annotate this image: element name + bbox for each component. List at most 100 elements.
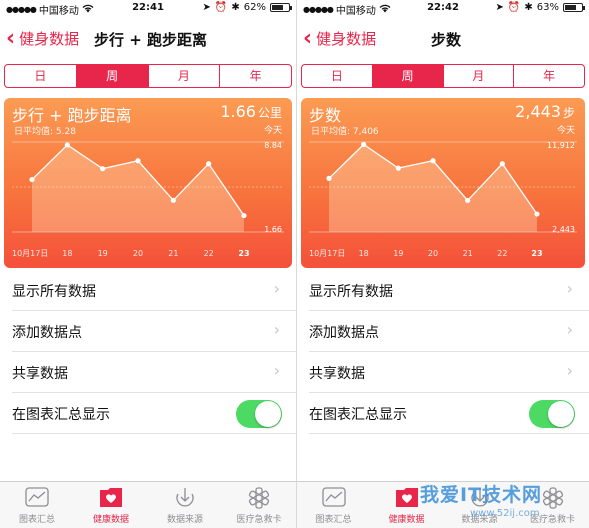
tab-bar: 图表汇总 健康数据 数据来源 医疗急救卡 [0, 481, 296, 528]
share-data-row[interactable]: 共享数据 › [309, 352, 589, 393]
chart-card: 8.84 1.66 10月17日 18 19 20 21 22 23 步行 + 跑步距离 日平均… [4, 98, 292, 268]
chevron-right-icon: › [566, 320, 573, 339]
tab-data-sources[interactable]: 数据来源 [443, 482, 516, 528]
data-point [361, 141, 367, 148]
data-point [395, 165, 401, 171]
medical-id-icon [542, 487, 563, 509]
x-tick-label: 20 [428, 249, 438, 258]
tab-health-data[interactable]: 健康数据 [370, 482, 443, 528]
data-point [170, 197, 176, 203]
tab-dashboard[interactable]: 图表汇总 [0, 482, 74, 528]
chevron-left-icon: ‹ [6, 25, 16, 51]
x-tick-label: 22 [497, 249, 507, 258]
medical-id-icon [248, 487, 270, 509]
chart-title: 步行 + 跑步距离 [12, 106, 132, 125]
back-button[interactable]: ‹ 健身数据 [6, 25, 80, 51]
segment-day[interactable]: 日 [302, 65, 373, 87]
battery-icon [270, 3, 292, 12]
back-button[interactable]: ‹ 健身数据 [303, 25, 376, 51]
page-title: 步数 [431, 31, 462, 49]
segment-month[interactable]: 月 [444, 65, 515, 87]
today-label: 今天 [263, 126, 282, 136]
status-bar: ●●●●● 中国移动 22:41 ➤ ⏰ ✱ 62% [0, 0, 296, 17]
tab-medical-id[interactable]: 医疗急救卡 [516, 482, 589, 528]
data-source-icon [176, 488, 194, 507]
data-point [241, 212, 247, 219]
max-value-label: 8.84 [264, 141, 282, 150]
chevron-right-icon: › [566, 361, 573, 380]
x-tick-label: 23 [238, 249, 249, 258]
show-in-dashboard-toggle[interactable] [529, 400, 575, 428]
chevron-right-icon: › [273, 279, 280, 298]
add-data-point-row[interactable]: 添加数据点 › [309, 311, 589, 352]
data-source-icon [470, 488, 489, 507]
data-point [206, 161, 212, 167]
add-data-point-row[interactable]: 添加数据点 › [12, 311, 296, 352]
nav-bar: ‹ 健身数据 步行 + 跑步距离 [0, 20, 296, 56]
location-icon: ➤ [202, 2, 211, 13]
segment-year[interactable]: 年 [514, 65, 584, 87]
data-point [64, 142, 70, 148]
status-bar: ●●●●● 中国移动 22:42 ➤ ⏰ ✱ 63% [297, 0, 589, 17]
x-tick-label: 23 [531, 249, 542, 258]
current-value: 2,443 步 [515, 102, 575, 121]
nav-bar: ‹ 健身数据 步数 [297, 20, 589, 56]
location-icon: ➤ [495, 2, 504, 13]
segment-month[interactable]: 月 [149, 65, 221, 87]
bluetooth-icon: ✱ [231, 2, 240, 13]
chart-card: 11,912 2,443 10月17日 18 19 20 21 22 23 步数 日平均值: 7… [301, 98, 585, 268]
x-tick-label: 19 [393, 249, 403, 258]
x-tick-label: 19 [98, 249, 108, 258]
segment-week[interactable]: 周 [372, 65, 444, 87]
tab-medical-id[interactable]: 医疗急救卡 [222, 482, 296, 528]
tab-bar: 图表汇总 健康数据 数据来源 医疗急救卡 [297, 481, 589, 528]
chart-title: 步数 [309, 106, 342, 125]
data-point [430, 158, 436, 164]
tab-data-sources[interactable]: 数据来源 [148, 482, 222, 528]
chart-area [329, 144, 537, 232]
data-point [29, 176, 35, 183]
back-label: 健身数据 [19, 30, 80, 48]
segment-day[interactable]: 日 [5, 65, 77, 87]
segment-year[interactable]: 年 [220, 65, 291, 87]
period-segmented-control: 日 周 月 年 [4, 64, 292, 88]
chart-icon [25, 487, 49, 507]
data-point [100, 166, 106, 172]
share-data-row[interactable]: 共享数据 › [12, 352, 296, 393]
today-label: 今天 [556, 126, 575, 136]
battery-percent: 63% [536, 2, 559, 13]
x-tick-label: 22 [204, 249, 214, 258]
battery-icon [563, 3, 585, 12]
options-list: 显示所有数据 › 添加数据点 › 共享数据 › 在图表汇总显示 [297, 270, 589, 434]
left-screen: ●●●●● 中国移动 22:41 ➤ ⏰ ✱ 62% ‹ 健身数据 步行 + 跑… [0, 0, 296, 528]
chevron-right-icon: › [273, 361, 280, 380]
tab-dashboard[interactable]: 图表汇总 [297, 482, 370, 528]
x-tick-label: 21 [168, 249, 178, 258]
chart-icon [321, 487, 346, 507]
data-point [135, 158, 141, 164]
x-tick-label: 21 [463, 249, 473, 258]
segment-week[interactable]: 周 [76, 65, 149, 87]
options-list: 显示所有数据 › 添加数据点 › 共享数据 › 在图表汇总显示 [0, 270, 296, 434]
x-tick-label: 10月17日 [309, 249, 345, 258]
health-data-icon [395, 488, 418, 507]
alarm-icon: ⏰ [214, 2, 228, 13]
show-all-data-row[interactable]: 显示所有数据 › [12, 270, 296, 311]
daily-average: 日平均值: 7,406 [311, 127, 379, 137]
show-in-dashboard-toggle[interactable] [236, 400, 282, 428]
daily-average: 日平均值: 5.28 [14, 127, 76, 137]
show-in-dashboard-row: 在图表汇总显示 [309, 393, 589, 434]
tab-health-data[interactable]: 健康数据 [74, 482, 148, 528]
x-tick-label: 20 [133, 249, 143, 258]
show-all-data-row[interactable]: 显示所有数据 › [309, 270, 589, 311]
x-tick-label: 18 [359, 249, 369, 258]
data-point [326, 175, 332, 181]
page-title: 步行 + 跑步距离 [94, 31, 208, 49]
right-screen: ●●●●● 中国移动 22:42 ➤ ⏰ ✱ 63% ‹ 健身数据 步数 日 周… [297, 0, 589, 528]
data-point [465, 197, 471, 204]
chevron-left-icon: ‹ [303, 25, 313, 51]
period-segmented-control: 日 周 月 年 [301, 64, 585, 88]
x-tick-label: 10月17日 [12, 249, 48, 258]
alarm-icon: ⏰ [507, 2, 521, 13]
chevron-right-icon: › [273, 320, 280, 339]
